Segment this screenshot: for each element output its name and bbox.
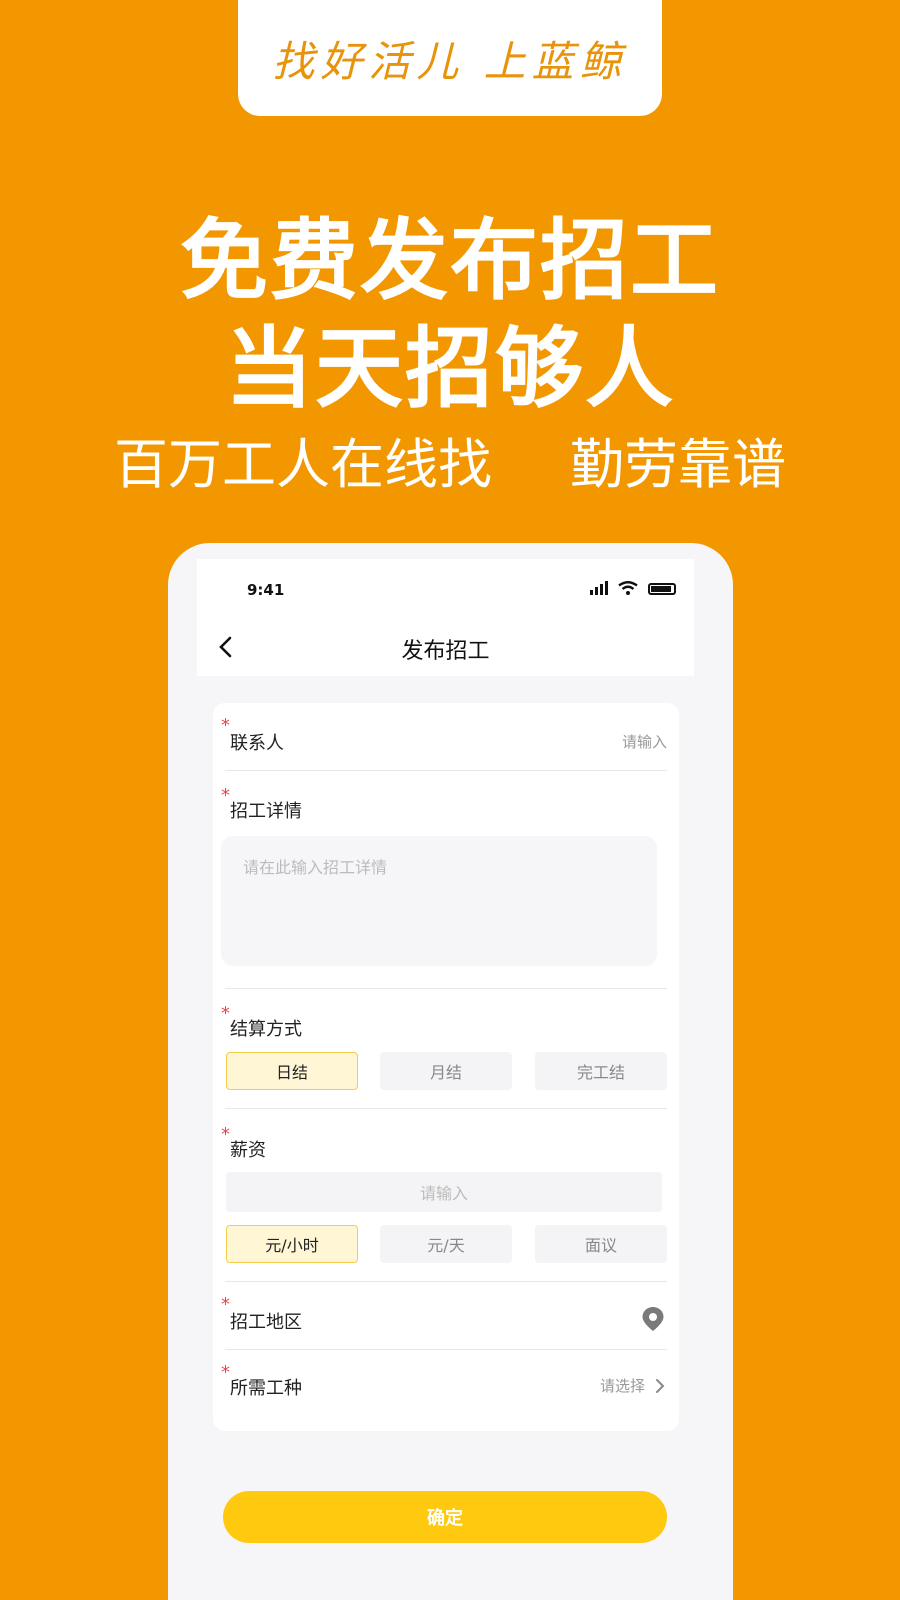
required-mark: * bbox=[221, 1003, 230, 1024]
salary-label: 薪资 bbox=[230, 1140, 266, 1161]
slogan-banner: 找好活儿 上蓝鲸 bbox=[238, 0, 662, 116]
signal-icon bbox=[590, 581, 608, 595]
subline-left: 百万工人在线找 bbox=[114, 433, 492, 496]
salary-unit-daily[interactable]: 元/天 bbox=[380, 1225, 512, 1263]
settlement-option-completion[interactable]: 完工结 bbox=[535, 1052, 667, 1090]
trade-select[interactable]: 请选择 bbox=[600, 1375, 645, 1396]
settlement-option-daily[interactable]: 日结 bbox=[226, 1052, 358, 1090]
salary-unit-hourly[interactable]: 元/小时 bbox=[226, 1225, 358, 1263]
region-label: 招工地区 bbox=[230, 1312, 302, 1333]
confirm-button[interactable]: 确定 bbox=[223, 1491, 667, 1543]
headline-secondary: 当天招够人 bbox=[224, 317, 675, 420]
contact-input[interactable]: 请输入 bbox=[622, 731, 667, 752]
salary-input[interactable]: 请输入 bbox=[226, 1172, 662, 1212]
slogan-text: 找好活儿 上蓝鲸 bbox=[272, 36, 628, 86]
status-time: 9:41 bbox=[247, 581, 285, 599]
contact-label: 联系人 bbox=[230, 733, 284, 754]
divider bbox=[225, 770, 667, 771]
required-mark: * bbox=[221, 715, 230, 736]
job-form: * 联系人 请输入 * 招工详情 请在此输入招工详情 * 结算方式 日结 月结 … bbox=[213, 703, 679, 1431]
subline: 百万工人在线找 勤劳靠谱 bbox=[0, 420, 900, 499]
trade-label: 所需工种 bbox=[230, 1378, 302, 1399]
nav-bar: 发布招工 bbox=[197, 619, 694, 676]
wifi-icon bbox=[618, 581, 638, 595]
chevron-right-icon bbox=[656, 1379, 665, 1393]
details-label: 招工详情 bbox=[230, 801, 302, 822]
details-textarea[interactable]: 请在此输入招工详情 bbox=[221, 836, 657, 966]
salary-unit-negotiable[interactable]: 面议 bbox=[535, 1225, 667, 1263]
location-pin-icon[interactable] bbox=[641, 1306, 665, 1332]
status-bar: 9:41 bbox=[197, 559, 694, 619]
phone-mockup: 9:41 发布招工 * 联系人 请输入 * 招工详情 请在此输入招工详情 * 结… bbox=[168, 543, 733, 1600]
required-mark: * bbox=[221, 1294, 230, 1315]
battery-icon bbox=[648, 583, 676, 595]
settlement-option-monthly[interactable]: 月结 bbox=[380, 1052, 512, 1090]
settlement-label: 结算方式 bbox=[230, 1019, 302, 1040]
divider bbox=[225, 988, 667, 989]
required-mark: * bbox=[221, 1362, 230, 1383]
page-title: 发布招工 bbox=[401, 639, 490, 664]
region-row[interactable]: * 招工地区 bbox=[213, 1282, 679, 1349]
divider bbox=[225, 1108, 667, 1109]
trade-row[interactable]: * 所需工种 请选择 bbox=[213, 1350, 679, 1417]
required-mark: * bbox=[221, 785, 230, 806]
subline-right: 勤劳靠谱 bbox=[570, 433, 786, 496]
contact-row[interactable]: * 联系人 请输入 bbox=[213, 703, 679, 770]
status-icons bbox=[590, 581, 676, 595]
required-mark: * bbox=[221, 1124, 230, 1145]
